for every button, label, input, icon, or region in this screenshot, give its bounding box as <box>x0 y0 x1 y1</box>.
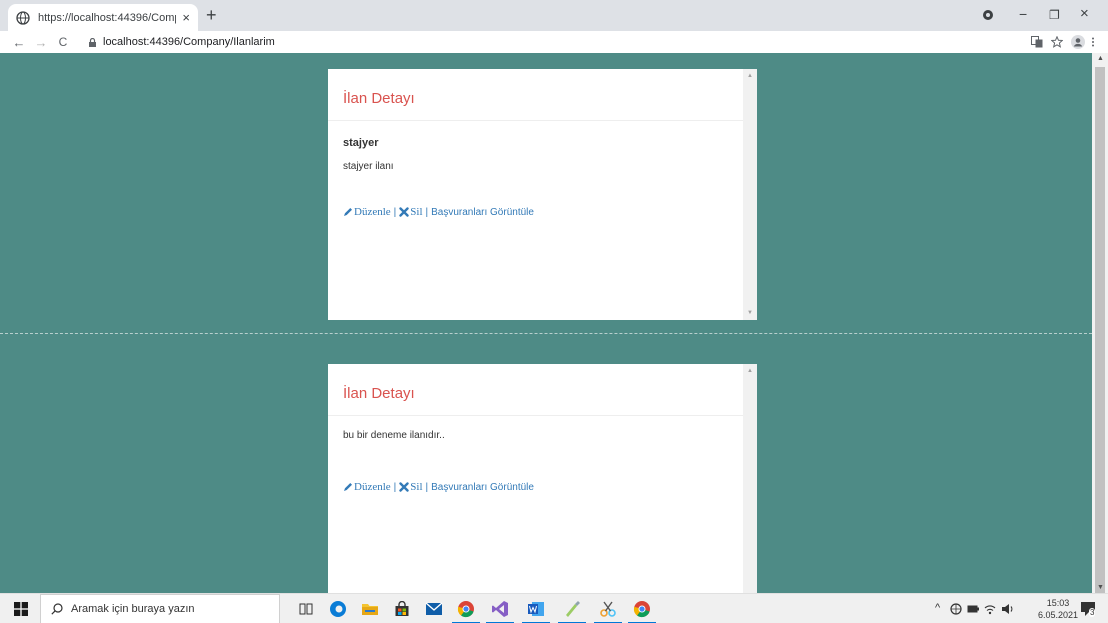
minimize-button[interactable]: − <box>1019 6 1027 22</box>
task-view-button[interactable] <box>296 599 316 619</box>
action-separator: | <box>393 206 397 218</box>
action-separator: | <box>425 206 429 218</box>
tray-wifi-icon[interactable] <box>984 603 996 615</box>
scroll-up-arrow-icon[interactable]: ▲ <box>747 73 753 79</box>
listing-card-body: İlan Detayı stajyer stajyer ilanı Düzenl… <box>328 69 743 320</box>
taskbar-app-mail[interactable] <box>424 599 444 619</box>
tab-title: https://localhost:44396/Compan <box>38 11 176 24</box>
extension-record-icon[interactable] <box>982 9 994 21</box>
browser-tabstrip: https://localhost:44396/Compan × + − ❐ × <box>0 0 1108 31</box>
tray-expand-icon[interactable]: ^ <box>935 602 940 614</box>
pencil-icon[interactable] <box>343 482 353 492</box>
clock-date: 6.05.2021 <box>1038 610 1079 620</box>
remove-icon[interactable] <box>399 482 409 492</box>
restore-button[interactable]: ❐ <box>1049 8 1060 22</box>
edge-icon <box>330 601 346 617</box>
folder-icon <box>362 604 378 615</box>
chrome-icon <box>633 601 650 618</box>
menu-kebab-icon[interactable] <box>1091 37 1095 47</box>
scroll-down-arrow-icon[interactable]: ▼ <box>1097 584 1104 591</box>
listing-separator-line <box>0 333 1092 334</box>
taskbar-app-paint[interactable] <box>558 599 586 623</box>
notification-count-badge: 3 <box>1089 608 1096 617</box>
taskbar-app-snipping[interactable] <box>594 599 622 623</box>
taskbar-app-word[interactable] <box>522 599 550 623</box>
browser-toolbar: ← → C localhost:44396/Company/Ilanlarim <box>0 31 1108 53</box>
task-view-icon <box>299 603 313 615</box>
taskbar-app-visual-studio[interactable] <box>486 599 514 623</box>
page-content: İlan Detayı stajyer stajyer ilanı Düzenl… <box>0 53 1092 593</box>
listing-card-body: İlan Detayı bu bir deneme ilanıdır.. Düz… <box>328 364 743 593</box>
snipping-tool-icon <box>600 601 616 617</box>
scrollbar-thumb[interactable] <box>1095 67 1105 593</box>
listing-description: stajyer ilanı <box>343 161 394 172</box>
reload-button[interactable]: C <box>52 35 74 49</box>
card-scrollbar[interactable]: ▲ ▼ <box>743 69 757 320</box>
view-applicants-link[interactable]: Başvuranları Görüntüle <box>431 482 534 493</box>
action-separator: | <box>425 481 429 493</box>
scroll-up-arrow-icon[interactable]: ▲ <box>747 368 753 374</box>
listing-divider <box>328 415 743 416</box>
taskbar-app-edge[interactable] <box>328 599 348 619</box>
listing-title: İlan Detayı <box>343 90 415 107</box>
back-button[interactable]: ← <box>8 35 30 50</box>
scroll-down-arrow-icon[interactable]: ▼ <box>747 310 753 316</box>
browser-tab[interactable]: https://localhost:44396/Compan × <box>8 4 198 31</box>
bookmark-star-icon[interactable] <box>1051 36 1063 48</box>
notification-center-button[interactable]: 3 <box>1080 601 1096 617</box>
tray-battery-icon[interactable] <box>967 604 979 614</box>
windows-start-icon[interactable] <box>14 602 28 616</box>
url-text: localhost:44396/Company/Ilanlarim <box>103 36 275 48</box>
taskbar-app-store[interactable] <box>392 599 412 619</box>
windows-taskbar: Aramak için buraya yazın ^ 15:03 6.05.20… <box>0 593 1108 623</box>
view-applicants-link[interactable]: Başvuranları Görüntüle <box>431 207 534 218</box>
card-scrollbar[interactable]: ▲ <box>743 364 757 593</box>
listing-description: bu bir deneme ilanıdır.. <box>343 430 445 441</box>
store-bag-icon <box>395 601 409 616</box>
search-icon <box>51 603 63 615</box>
taskbar-app-file-explorer[interactable] <box>360 599 380 619</box>
lock-icon <box>89 37 96 47</box>
address-bar[interactable]: localhost:44396/Company/Ilanlarim <box>88 33 275 51</box>
edit-link[interactable]: Düzenle <box>354 206 391 218</box>
listing-name: stajyer <box>343 137 379 149</box>
tray-volume-icon[interactable] <box>1001 603 1015 615</box>
page-scrollbar[interactable]: ▲ ▼ <box>1092 53 1108 593</box>
listing-actions: Düzenle | Sil | Başvuranları Görüntüle <box>343 481 534 493</box>
globe-icon <box>16 10 30 25</box>
paint-brush-icon <box>566 601 580 617</box>
forward-button[interactable]: → <box>30 35 52 50</box>
taskbar-app-chrome[interactable] <box>452 599 480 623</box>
listing-actions: Düzenle | Sil | Başvuranları Görüntüle <box>343 206 534 218</box>
taskbar-search-box[interactable]: Aramak için buraya yazın <box>40 594 280 623</box>
listing-divider <box>328 120 743 121</box>
tray-network-icon[interactable] <box>950 603 962 615</box>
remove-icon[interactable] <box>399 207 409 217</box>
mail-icon <box>425 602 443 615</box>
new-tab-button[interactable]: + <box>206 6 217 24</box>
word-icon <box>528 602 544 616</box>
profile-avatar-icon[interactable] <box>1071 35 1085 49</box>
listing-title: İlan Detayı <box>343 385 415 402</box>
taskbar-clock[interactable]: 15:03 6.05.2021 <box>1038 597 1078 621</box>
visual-studio-icon <box>492 601 508 617</box>
clock-time: 15:03 <box>1046 598 1070 608</box>
taskbar-search-placeholder: Aramak için buraya yazın <box>71 603 195 615</box>
chrome-icon <box>457 601 474 618</box>
pencil-icon[interactable] <box>343 207 353 217</box>
delete-link[interactable]: Sil <box>410 481 422 493</box>
listing-card: İlan Detayı bu bir deneme ilanıdır.. Düz… <box>328 364 757 593</box>
translate-icon[interactable] <box>1031 36 1043 48</box>
delete-link[interactable]: Sil <box>410 206 422 218</box>
tab-close-icon[interactable]: × <box>182 10 190 25</box>
close-window-button[interactable]: × <box>1080 5 1089 22</box>
edit-link[interactable]: Düzenle <box>354 481 391 493</box>
taskbar-app-chrome-2[interactable] <box>628 599 656 623</box>
scroll-up-arrow-icon[interactable]: ▲ <box>1097 55 1104 62</box>
listing-card: İlan Detayı stajyer stajyer ilanı Düzenl… <box>328 69 757 320</box>
action-separator: | <box>393 481 397 493</box>
